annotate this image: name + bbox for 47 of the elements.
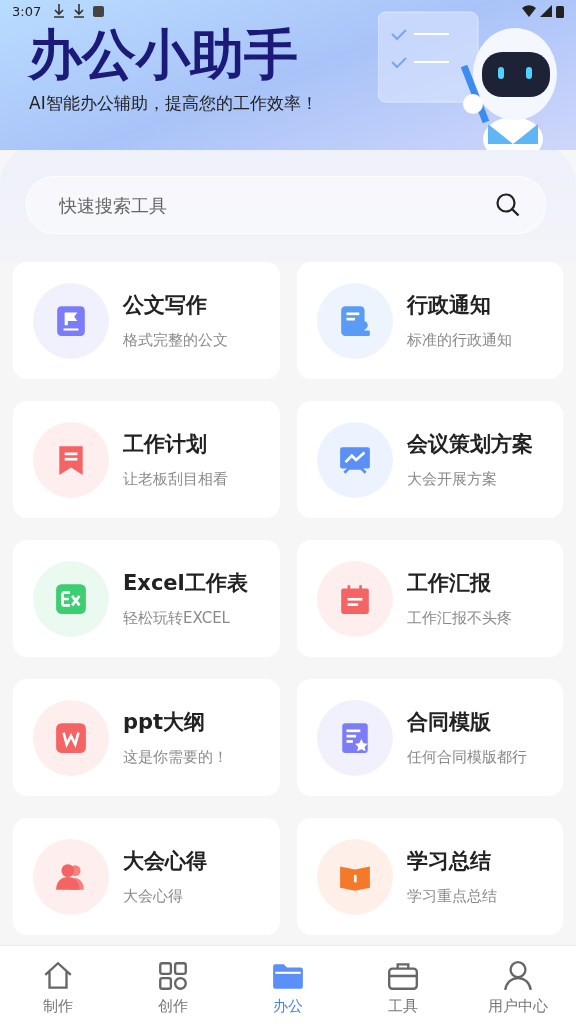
tool-card[interactable]: ppt大纲 这是你需要的！ xyxy=(13,679,280,796)
tool-description: 标准的行政通知 xyxy=(406,331,512,350)
tool-title: 工作汇报 xyxy=(406,570,492,597)
tool-title: 会议策划方案 xyxy=(406,431,533,458)
tool-description: 任何合同模版都行 xyxy=(406,748,527,767)
tool-card[interactable]: 会议策划方案 大会开展方案 xyxy=(296,401,563,518)
nav-tab[interactable]: 工具 xyxy=(353,958,454,1016)
tool-title: ppt大纲 xyxy=(123,709,207,736)
tool-description: 大会开展方案 xyxy=(406,470,498,489)
tool-title: 学习总结 xyxy=(406,848,492,875)
signal-icon xyxy=(540,4,552,17)
tool-title: 工作计划 xyxy=(123,431,208,458)
tool-description: 大会心得 xyxy=(123,887,184,906)
battery-icon xyxy=(556,4,564,18)
status-time: 3:07 xyxy=(12,3,42,19)
tool-card[interactable]: 公文写作 格式完整的公文 xyxy=(13,262,280,379)
tool-title: Excel工作表 xyxy=(123,570,248,597)
search-field[interactable]: 快速搜索工具 xyxy=(57,193,495,217)
nav-tab[interactable]: 制作 xyxy=(7,958,108,1016)
wifi-icon xyxy=(522,4,536,17)
tool-card[interactable]: 大会心得 大会心得 xyxy=(13,818,280,935)
nav-tab[interactable]: 用户中心 xyxy=(468,958,569,1016)
search-bar[interactable]: 快速搜索工具 xyxy=(26,176,546,234)
nav-tab[interactable]: 创作 xyxy=(122,958,223,1016)
app-title: 办公小助手 xyxy=(28,22,299,88)
tool-card[interactable]: 行政通知 标准的行政通知 xyxy=(296,262,563,379)
tool-description: 让老板刮目相看 xyxy=(123,470,228,489)
tool-card[interactable]: Excel工作表 轻松玩转EXCEL xyxy=(13,540,280,657)
tool-title: 合同模版 xyxy=(406,709,492,736)
tool-card[interactable]: 工作汇报 工作汇报不头疼 xyxy=(296,540,563,657)
download-icon xyxy=(53,4,66,18)
tool-description: 学习重点总结 xyxy=(406,887,497,906)
tool-card[interactable]: 工作计划 让老板刮目相看 xyxy=(13,401,280,518)
tool-description: 格式完整的公文 xyxy=(123,331,228,350)
tool-title: 大会心得 xyxy=(123,848,207,875)
search-icon xyxy=(495,192,521,218)
tool-card[interactable]: 学习总结 学习重点总结 xyxy=(296,818,563,935)
nav-tab[interactable]: 办公 xyxy=(237,958,338,1016)
tool-title: 公文写作 xyxy=(123,292,208,319)
download-icon xyxy=(73,4,86,18)
tool-description: 这是你需要的！ xyxy=(123,748,228,767)
tool-card[interactable]: 合同模版 任何合同模版都行 xyxy=(296,679,563,796)
tool-title: 行政通知 xyxy=(406,292,492,319)
app-notification-icon xyxy=(93,5,105,17)
app-subtitle: AI智能办公辅助，提高您的工作效率！ xyxy=(29,92,319,115)
tool-description: 轻松玩转EXCEL xyxy=(123,609,231,628)
tool-description: 工作汇报不头疼 xyxy=(406,609,512,628)
